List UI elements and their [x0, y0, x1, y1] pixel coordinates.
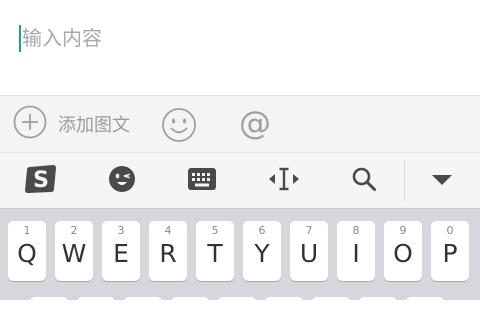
- key-row2-partial[interactable]: [77, 297, 115, 317]
- key-letter: T: [207, 239, 223, 268]
- add-image-text-label: 添加图文: [58, 115, 130, 136]
- key-o[interactable]: 9 O: [384, 221, 422, 281]
- svg-text:@: @: [239, 104, 271, 142]
- mention-button[interactable]: @: [235, 104, 275, 148]
- add-image-text-button[interactable]: 添加图文: [13, 105, 130, 143]
- key-row2-partial[interactable]: [171, 297, 209, 317]
- key-letter: U: [299, 239, 319, 268]
- key-letter: O: [393, 239, 413, 268]
- key-t[interactable]: 5 T: [196, 221, 234, 281]
- key-letter: Q: [17, 239, 37, 268]
- key-letter: W: [61, 239, 87, 268]
- keyboard-switch-button[interactable]: [184, 153, 220, 209]
- key-e[interactable]: 3 E: [102, 221, 140, 281]
- attachment-toolbar: 添加图文 @: [0, 95, 480, 152]
- ime-toolbar-divider: [404, 161, 405, 201]
- key-number-hint: 8: [352, 224, 360, 237]
- add-circle-icon: [13, 105, 47, 143]
- sogou-logo-icon: S: [23, 161, 59, 201]
- ime-toolbar: S: [0, 152, 480, 208]
- keyboard-icon: [187, 167, 217, 195]
- key-row2-partial[interactable]: [312, 297, 350, 317]
- content-input-placeholder: 输入内容: [22, 26, 102, 50]
- key-row2-partial[interactable]: [30, 297, 68, 317]
- triangle-down-icon: [431, 172, 453, 191]
- key-number-hint: 9: [399, 224, 407, 237]
- key-y[interactable]: 6 Y: [243, 221, 281, 281]
- key-u[interactable]: 7 U: [290, 221, 328, 281]
- key-number-hint: 3: [117, 224, 125, 237]
- key-number-hint: 6: [258, 224, 266, 237]
- key-w[interactable]: 2 W: [55, 221, 93, 281]
- key-number-hint: 4: [164, 224, 172, 237]
- search-icon: [351, 166, 377, 196]
- key-number-hint: 5: [211, 224, 219, 237]
- key-row2-partial[interactable]: [265, 297, 303, 317]
- smiley-icon: [161, 107, 197, 147]
- key-row2-partial[interactable]: [359, 297, 397, 317]
- emoji-button[interactable]: [161, 107, 197, 147]
- key-letter: I: [352, 239, 360, 268]
- ime-emoji-button[interactable]: [104, 153, 140, 209]
- at-sign-icon: @: [235, 104, 275, 148]
- key-number-hint: 7: [305, 224, 313, 237]
- cursor-move-icon: [267, 166, 301, 196]
- cursor-move-button[interactable]: [264, 153, 304, 209]
- sogou-menu-button[interactable]: S: [18, 153, 64, 209]
- key-i[interactable]: 8 I: [337, 221, 375, 281]
- soft-keyboard: 1 Q 2 W 3 E 4 R 5 T 6 Y 7 U 8 I 9 O 0 P: [0, 208, 480, 317]
- key-q[interactable]: 1 Q: [8, 221, 46, 281]
- key-row2-partial[interactable]: [218, 297, 256, 317]
- wink-face-icon: [108, 165, 136, 197]
- key-r[interactable]: 4 R: [149, 221, 187, 281]
- key-row2-partial[interactable]: [124, 297, 162, 317]
- key-letter: E: [113, 239, 129, 268]
- hide-keyboard-button[interactable]: [424, 153, 460, 209]
- ime-search-button[interactable]: [346, 153, 382, 209]
- key-number-hint: 2: [70, 224, 78, 237]
- key-letter: R: [159, 239, 177, 268]
- key-number-hint: 1: [23, 224, 31, 237]
- key-row2-partial[interactable]: [406, 297, 444, 317]
- content-input-area[interactable]: 输入内容: [0, 0, 480, 95]
- text-caret: [19, 25, 21, 52]
- svg-text:S: S: [33, 168, 49, 193]
- key-letter: Y: [254, 239, 270, 268]
- key-letter: P: [442, 239, 458, 268]
- key-number-hint: 0: [446, 224, 454, 237]
- key-p[interactable]: 0 P: [431, 221, 469, 281]
